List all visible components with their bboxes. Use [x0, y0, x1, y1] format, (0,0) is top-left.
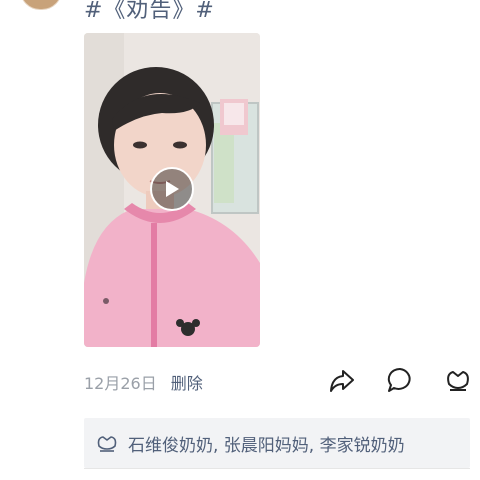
post-date: 12月26日	[84, 374, 157, 393]
share-icon[interactable]	[328, 366, 356, 394]
like-icon[interactable]	[444, 366, 472, 394]
avatar[interactable]	[20, 0, 62, 10]
post-text[interactable]: #《劝告》#	[84, 0, 215, 24]
play-icon	[166, 181, 179, 197]
delete-button[interactable]: 删除	[171, 370, 203, 394]
comment-icon[interactable]	[386, 366, 414, 394]
heart-outline-icon	[97, 436, 117, 452]
divider	[84, 468, 470, 469]
likes-panel: 石维俊奶奶, 张晨阳妈妈, 李家锐奶奶	[84, 418, 470, 468]
play-button[interactable]	[150, 167, 194, 211]
likers-list[interactable]: 石维俊奶奶, 张晨阳妈妈, 李家锐奶奶	[128, 431, 405, 456]
post-meta: 12月26日 删除	[84, 370, 203, 394]
